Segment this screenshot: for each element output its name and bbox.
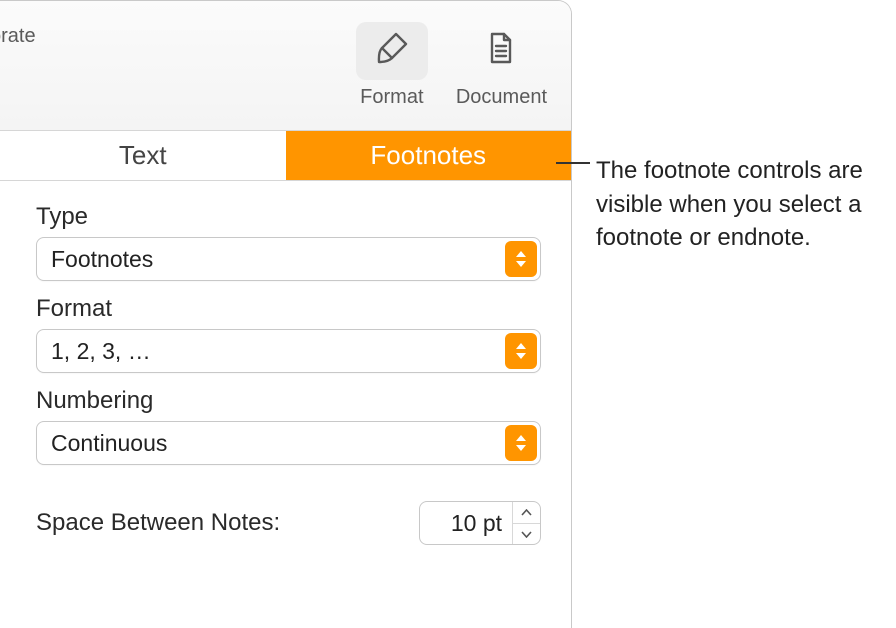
toolbar-item-label: Format <box>360 86 423 109</box>
document-icon <box>483 30 519 72</box>
callout-leader-line <box>556 162 590 164</box>
tab-bar: Text Footnotes <box>0 131 571 181</box>
type-label: Type <box>36 203 541 231</box>
type-field-group: Type Footnotes <box>36 203 541 281</box>
updown-icon <box>505 425 537 461</box>
tab-label: Footnotes <box>370 140 486 171</box>
toolbar-item-partial[interactable]: orate <box>0 19 36 48</box>
toolbar-item-label: orate <box>0 25 36 48</box>
numbering-field-group: Numbering Continuous <box>36 387 541 465</box>
space-between-label: Space Between Notes: <box>36 509 280 537</box>
popup-value: Footnotes <box>51 246 153 273</box>
stepper-value: 10 pt <box>420 510 512 537</box>
space-between-row: Space Between Notes: 10 pt <box>36 501 541 545</box>
tab-label: Text <box>119 140 167 171</box>
tab-text[interactable]: Text <box>0 131 286 180</box>
format-popup[interactable]: 1, 2, 3, … <box>36 329 541 373</box>
popup-value: Continuous <box>51 430 167 457</box>
numbering-label: Numbering <box>36 387 541 415</box>
callout-text: The footnote controls are visible when y… <box>596 154 892 255</box>
toolbar-item-format[interactable]: Format <box>346 16 438 115</box>
inspector-panel: orate Format <box>0 0 572 628</box>
chevron-down-icon <box>521 525 532 543</box>
stepper-buttons <box>512 502 540 544</box>
type-popup[interactable]: Footnotes <box>36 237 541 281</box>
stepper-up[interactable] <box>513 502 540 524</box>
tab-footnotes[interactable]: Footnotes <box>286 131 572 180</box>
toolbar-item-document[interactable]: Document <box>446 16 557 115</box>
format-field-group: Format 1, 2, 3, … <box>36 295 541 373</box>
popup-value: 1, 2, 3, … <box>51 338 151 365</box>
chevron-up-icon <box>521 503 532 521</box>
paintbrush-icon <box>374 30 410 72</box>
stepper-down[interactable] <box>513 524 540 545</box>
toolbar: orate Format <box>0 1 571 131</box>
updown-icon <box>505 241 537 277</box>
footnotes-pane: Type Footnotes Format 1, 2, 3, … Numberi… <box>0 181 571 545</box>
format-label: Format <box>36 295 541 323</box>
toolbar-item-label: Document <box>456 86 547 109</box>
space-between-stepper[interactable]: 10 pt <box>419 501 541 545</box>
numbering-popup[interactable]: Continuous <box>36 421 541 465</box>
updown-icon <box>505 333 537 369</box>
